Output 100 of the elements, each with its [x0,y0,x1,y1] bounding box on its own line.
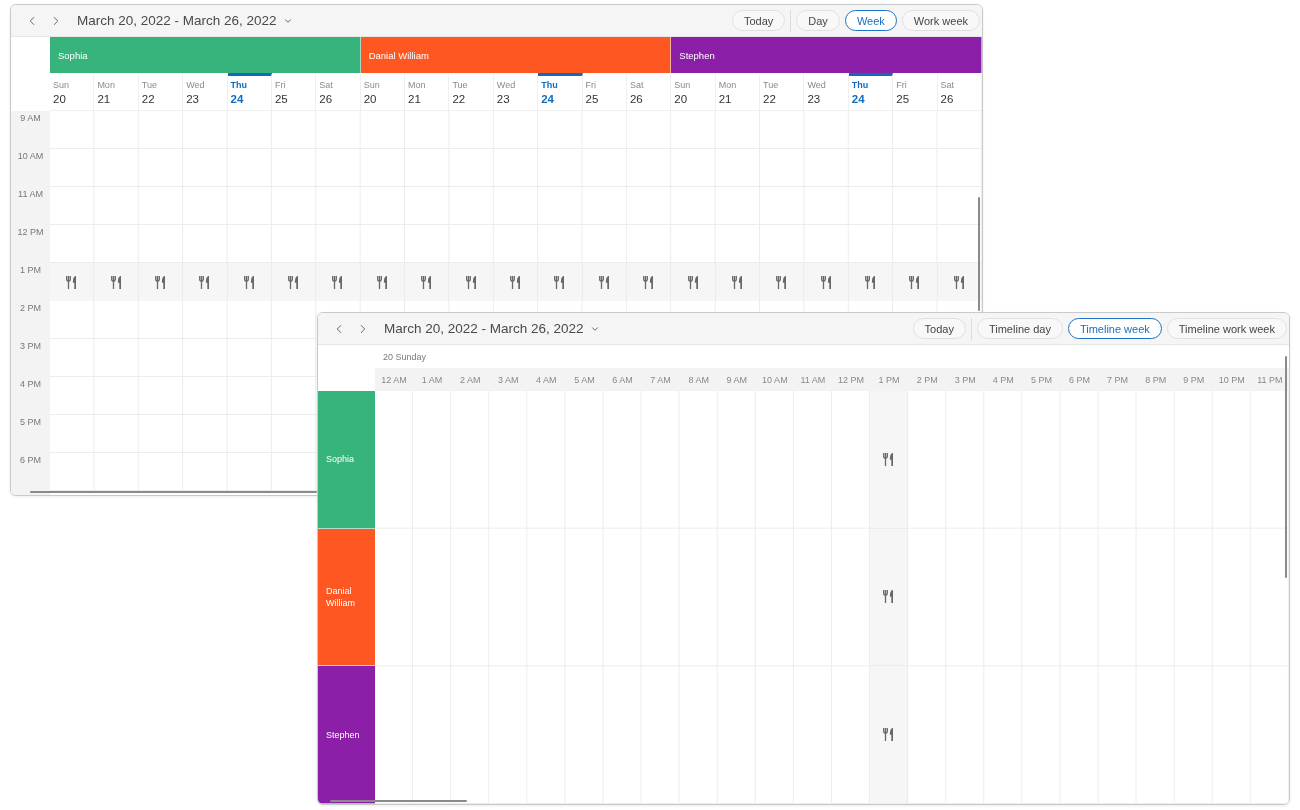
date-label: 20 [674,93,688,105]
weekday-label: Wed [186,80,205,90]
fork-knife-icon [883,590,895,604]
time-label: 10 AM [17,151,44,161]
weekday-label: Mon [408,80,426,90]
hour-label: 5 AM [574,374,595,385]
hour-label: 8 PM [1145,374,1167,385]
weekday-label: Sun [363,80,380,90]
scrollbar[interactable] [330,800,467,802]
hour-label: 6 PM [1069,374,1091,385]
resource-header: Danial William [318,528,375,667]
date-label: 24 [541,93,554,105]
day-label: 20 Sunday [383,351,427,362]
weekday-label: Sun [53,80,69,90]
time-label: 2 PM [20,303,41,313]
fork-knife-icon [110,275,122,289]
time-label: 12 PM [17,227,44,237]
hour-label: 7 AM [650,374,671,385]
fork-knife-icon [421,275,433,289]
fork-knife-icon [909,275,921,289]
date-label: 26 [940,93,954,105]
today-button[interactable]: Today [731,10,786,31]
hour-label: 9 PM [1183,374,1205,385]
today-button[interactable]: Today [912,318,966,339]
hour-label: 8 AM [688,374,709,385]
hour-label: 12 PM [838,374,865,385]
hour-label: 10 AM [762,374,788,385]
weekday-label: Sat [319,80,333,90]
hour-label: 4 PM [992,374,1014,385]
hour-label: 1 AM [421,374,443,385]
scrollbar[interactable] [978,197,980,311]
view-button[interactable]: Timeline week [1067,318,1162,339]
date-label: 22 [141,93,155,105]
hour-label: 5 PM [1030,374,1052,385]
date-label: 25 [585,93,599,105]
weekday-label: Mon [718,80,737,90]
scrollbar[interactable] [30,491,317,493]
date-label: 21 [408,93,421,105]
resource-header: Sophia [318,391,375,529]
date-label: 24 [230,93,244,105]
hour-label: 3 AM [498,374,519,385]
resource-header: Danial William [360,37,672,73]
fork-knife-icon [953,275,965,289]
time-label: 9 AM [20,113,41,123]
time-label: 4 PM [20,379,41,389]
view-button[interactable]: Week [844,10,897,31]
weekday-label: Fri [896,80,907,90]
fork-knife-icon [199,275,211,289]
fork-knife-icon [731,275,743,289]
view-button[interactable]: Timeline day [976,318,1063,339]
hour-label: 6 AM [612,374,633,385]
date-label: 23 [496,93,510,105]
date-label: 26 [319,93,333,105]
fork-knife-icon [465,275,477,289]
weekday-label: Fri [274,80,286,90]
time-label: 6 PM [20,455,41,465]
weekday-label: Thu [541,80,558,90]
view-button[interactable]: Timeline work week [1166,318,1287,339]
weekday-label: Mon [97,80,115,90]
weekday-label: Sun [674,80,691,90]
hour-label: 9 AM [726,374,748,385]
date-label: 22 [452,93,466,105]
weekday-label: Tue [763,80,779,90]
hour-label: 2 AM [459,374,481,385]
hour-label: 1 PM [878,374,900,385]
fork-knife-icon [883,452,895,466]
fork-knife-icon [554,275,566,289]
view-button[interactable]: Work week [901,10,980,31]
fork-knife-icon [243,275,255,289]
date-label: 24 [851,93,865,105]
date-label: 21 [718,93,732,105]
hour-label: 7 PM [1107,374,1129,385]
fork-knife-icon [776,275,788,289]
fork-knife-icon [643,275,655,289]
weekday-label: Tue [141,80,157,90]
fork-knife-icon [510,275,521,289]
hour-label: 2 PM [916,374,938,385]
hour-label: 12 AM [381,374,407,385]
fork-knife-icon [376,275,388,289]
resource-header: Stephen [671,37,982,73]
date-label: 25 [896,93,910,105]
weekday-label: Wed [496,80,516,90]
weekday-label: Sat [940,80,955,90]
fork-knife-icon [154,275,166,289]
weekday-label: Wed [807,80,826,90]
fork-knife-icon [820,275,832,289]
date-label: 20 [363,93,377,105]
fork-knife-icon [288,275,300,289]
time-label: 5 PM [20,417,41,427]
date-label: 21 [97,93,111,105]
date-range-button[interactable]: March 20, 2022 - March 26, 2022 [71,8,299,33]
time-label: 11 AM [18,189,43,199]
fork-knife-icon [883,728,895,742]
fork-knife-icon [865,275,877,289]
view-button[interactable]: Day [796,10,840,31]
hour-label: 10 PM [1218,374,1245,385]
scrollbar[interactable] [1285,356,1287,578]
date-range-button[interactable]: March 20, 2022 - March 26, 2022 [378,316,606,341]
weekday-label: Fri [585,80,597,90]
schedule-grid[interactable] [375,391,1289,804]
